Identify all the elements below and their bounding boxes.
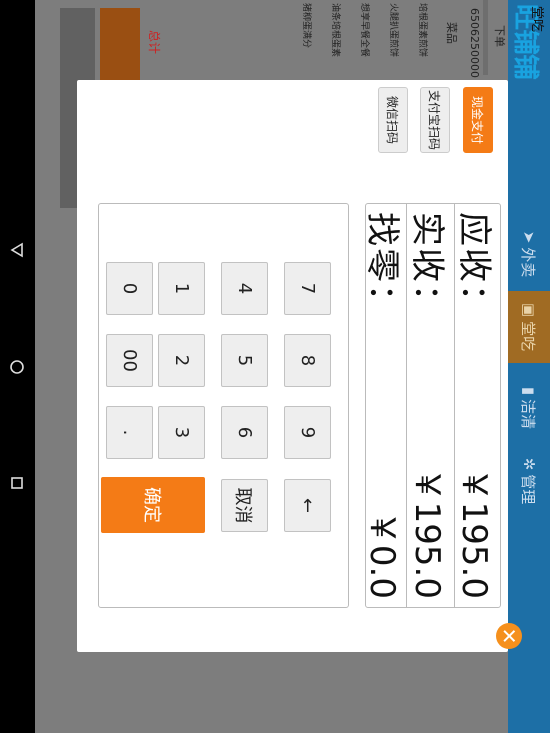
key-00[interactable]: 00 bbox=[106, 334, 153, 387]
backspace-key[interactable]: ← bbox=[284, 479, 331, 532]
close-icon[interactable]: ✕ bbox=[496, 623, 522, 649]
list-item: 火腿扒蛋煎饼 bbox=[388, 3, 398, 58]
app-header: 旺铺铺 ➤ 外卖 ▣ 堂吃 ▮ 洁清 ✲ 管理 bbox=[508, 0, 550, 733]
list-item: 培根蛋素煎饼 bbox=[417, 3, 427, 58]
list-item: 猪柳蛋满分 bbox=[301, 3, 311, 49]
nav-recent-icon[interactable] bbox=[8, 474, 26, 492]
order-number: 6506250000 bbox=[468, 8, 481, 78]
receivable-value: ￥195.0 bbox=[454, 467, 494, 599]
key-8[interactable]: 8 bbox=[284, 334, 331, 387]
amount-summary: 应收： ￥195.0 实收： ￥195.0 找零： ￥0.0 bbox=[362, 203, 501, 608]
pay-alipay-button[interactable]: 支付宝扫码 bbox=[420, 87, 450, 153]
dine-icon: ▣ bbox=[520, 302, 538, 318]
tab-label: 管理 bbox=[519, 474, 538, 505]
tab-waimai[interactable]: ➤ 外卖 bbox=[508, 218, 550, 290]
received-value[interactable]: ￥195.0 bbox=[406, 468, 455, 599]
numeric-keypad: 7 8 9 ← 4 5 6 取消 1 2 3 0 00 . 确定 bbox=[98, 203, 349, 608]
app-frame: 旺铺铺 ➤ 外卖 ▣ 堂吃 ▮ 洁清 ✲ 管理 堂吃 下单 6506250000… bbox=[35, 0, 550, 733]
tab-tangchi[interactable]: ▣ 堂吃 bbox=[508, 291, 550, 363]
payment-dialog: 现金支付 支付宝扫码 微信扫码 应收： ￥195.0 实收： ￥195.0 找零… bbox=[77, 80, 508, 652]
receivable-label: 应收： bbox=[454, 212, 494, 320]
column-header-dish: 菜品 bbox=[445, 22, 458, 44]
nav-back-icon[interactable] bbox=[8, 241, 26, 259]
received-row[interactable]: 实收： ￥195.0 bbox=[407, 204, 455, 607]
key-0[interactable]: 0 bbox=[106, 262, 153, 315]
key-9[interactable]: 9 bbox=[284, 406, 331, 459]
tab-guanli[interactable]: ✲ 管理 bbox=[508, 445, 550, 517]
key-5[interactable]: 5 bbox=[221, 334, 268, 387]
key-1[interactable]: 1 bbox=[158, 262, 205, 315]
pay-cash-button[interactable]: 现金支付 bbox=[463, 87, 493, 153]
tab-label: 外卖 bbox=[519, 247, 538, 278]
key-3[interactable]: 3 bbox=[158, 406, 205, 459]
tab-label: 洁清 bbox=[519, 399, 538, 430]
page-title: 堂吃 bbox=[529, 6, 544, 33]
confirm-button[interactable]: 确定 bbox=[101, 477, 205, 533]
key-6[interactable]: 6 bbox=[221, 406, 268, 459]
system-nav-bar bbox=[0, 0, 35, 733]
receivable-row: 应收： ￥195.0 bbox=[454, 204, 500, 607]
cancel-button[interactable]: 取消 bbox=[221, 479, 268, 532]
received-label: 实收： bbox=[407, 212, 447, 320]
pay-wechat-button[interactable]: 微信扫码 bbox=[378, 87, 408, 153]
change-value: ￥0.0 bbox=[362, 510, 402, 599]
list-item: 想享早餐全餐 bbox=[359, 3, 369, 58]
list-item: 油条培根蛋素 bbox=[330, 3, 340, 58]
key-dot[interactable]: . bbox=[106, 406, 153, 459]
key-4[interactable]: 4 bbox=[221, 262, 268, 315]
gear-icon: ✲ bbox=[520, 457, 538, 471]
change-row: 找零： ￥0.0 bbox=[362, 204, 407, 607]
total-label: 总计 bbox=[147, 30, 161, 55]
arrow-left-icon: ← bbox=[297, 497, 318, 514]
chart-icon: ▮ bbox=[520, 386, 538, 396]
xiadan-button[interactable]: 下单 bbox=[492, 25, 508, 47]
key-2[interactable]: 2 bbox=[158, 334, 205, 387]
nav-home-icon[interactable] bbox=[8, 358, 26, 376]
send-icon: ➤ bbox=[520, 230, 538, 244]
change-label: 找零： bbox=[362, 212, 402, 320]
tab-qingjie[interactable]: ▮ 洁清 bbox=[508, 372, 550, 444]
key-7[interactable]: 7 bbox=[284, 262, 331, 315]
tab-label: 堂吃 bbox=[519, 321, 538, 352]
